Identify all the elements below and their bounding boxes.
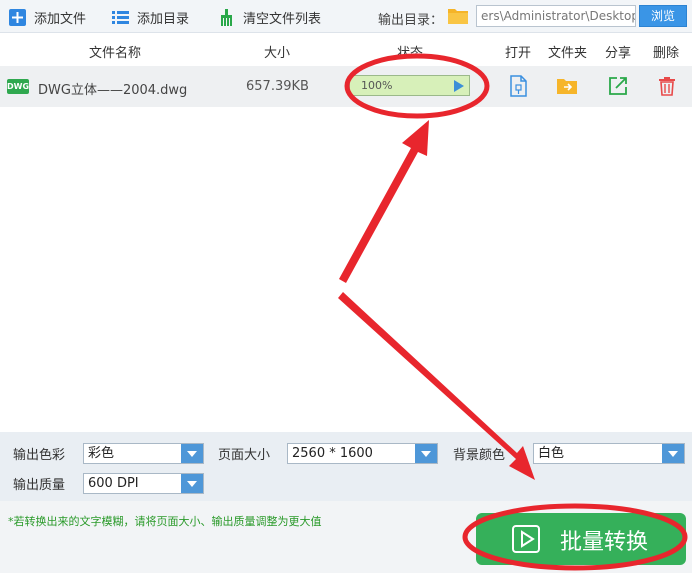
plus-icon [9,8,26,26]
table-header: 文件名称 大小 状态 打开 文件夹 分享 删除 [0,34,692,64]
chevron-down-icon [662,444,684,463]
header-share: 分享 [605,46,632,61]
page-size-select[interactable]: 2560 * 1600 [287,443,438,464]
open-file-icon[interactable] [507,75,529,97]
browse-button[interactable]: 浏览 [639,5,687,27]
delete-icon[interactable] [656,75,678,97]
file-name: DWG立体——2004.dwg [38,83,188,98]
batch-convert-label: 批量转换 [560,530,649,555]
output-color-label: 输出色彩 [13,448,66,463]
play-icon [512,525,540,553]
folder-icon [448,9,468,24]
progress-text: 100% [361,79,393,92]
clear-list-button[interactable]: 清空文件列表 [218,6,321,28]
output-color-select[interactable]: 彩色 [83,443,204,464]
chevron-down-icon [415,444,437,463]
share-icon[interactable] [607,75,629,97]
output-directory-label: 输出目录： [378,13,444,28]
add-file-button[interactable]: 添加文件 [9,6,86,28]
header-open: 打开 [505,46,532,61]
clear-list-label: 清空文件列表 [243,11,322,27]
add-directory-label: 添加目录 [137,11,190,27]
output-quality-label: 输出质量 [13,478,66,493]
output-quality-select[interactable]: 600 DPI [83,473,204,494]
header-status: 状态 [397,46,424,61]
add-file-label: 添加文件 [34,11,87,27]
header-file-name: 文件名称 [89,46,142,61]
chevron-down-icon [181,474,203,493]
list-icon [112,10,129,24]
background-color-value: 白色 [538,446,565,461]
background-color-select[interactable]: 白色 [533,443,685,464]
background-color-label: 背景颜色 [453,448,506,463]
header-size: 大小 [264,46,291,61]
broom-icon [221,8,232,26]
output-quality-value: 600 DPI [88,476,139,491]
batch-convert-button[interactable]: 批量转换 [476,513,686,565]
hint-text: *若转换出来的文字模糊，请将页面大小、输出质量调整为更大值 [8,515,322,528]
add-directory-button[interactable]: 添加目录 [112,6,189,28]
annotation-arrow-up [339,120,429,283]
page-size-value: 2560 * 1600 [292,446,373,461]
toolbar: 添加文件 添加目录 清空文件列表 输出目录： ers\Administrator… [0,0,692,33]
header-delete: 删除 [653,46,680,61]
output-color-value: 彩色 [88,446,115,461]
open-folder-icon[interactable] [556,75,578,97]
play-icon[interactable] [454,80,464,92]
page-size-label: 页面大小 [218,448,271,463]
header-folder: 文件夹 [548,46,588,61]
dwg-file-icon: DWG [7,79,29,94]
file-size: 657.39KB [246,79,309,94]
output-path-input[interactable]: ers\Administrator\Desktop [476,5,636,27]
progress-bar: 100% [349,75,470,96]
chevron-down-icon [181,444,203,463]
